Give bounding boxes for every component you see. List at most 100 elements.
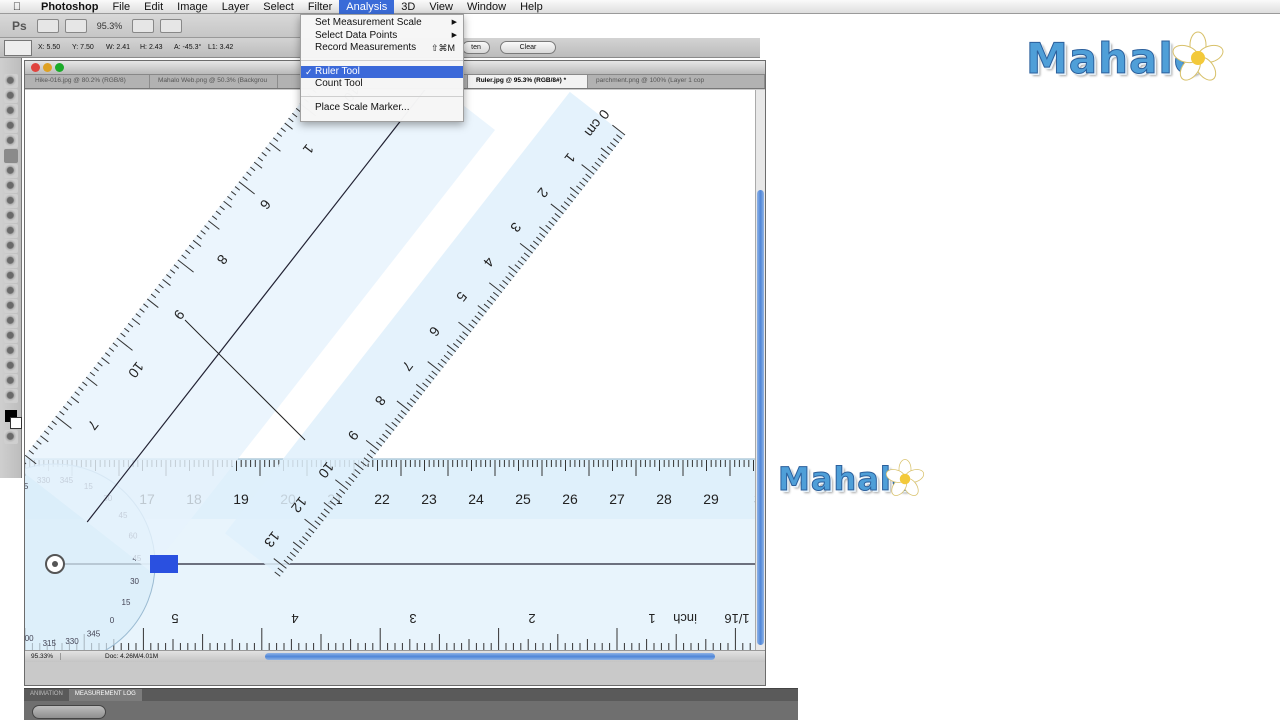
screen-mode-button[interactable] [160,18,183,33]
checkmark-icon: ✓ [305,66,313,77]
shortcut-label: ⇧⌘M [430,43,455,53]
cm-label: 26 [562,491,578,507]
ruler-tool-icon[interactable] [3,149,18,163]
menu-help[interactable]: Help [513,0,550,14]
app-menu[interactable]: Photoshop [34,0,105,14]
menu-view[interactable]: View [422,0,460,14]
launch-bridge-button[interactable] [36,18,59,33]
vertical-scrollbar[interactable] [755,90,765,650]
3d-orbit-icon[interactable] [3,359,18,373]
crop-tool-icon[interactable] [3,134,18,148]
gradient-tool-icon[interactable] [3,239,18,253]
blur-tool-icon[interactable] [3,254,18,268]
bottom-panel: Animation Measurement Log [24,688,798,720]
tools-panel [0,58,22,478]
ps-logo-icon: Ps [12,18,27,33]
tab-hike[interactable]: Hike-016.jpg @ 80.2% (RGB/8) [25,75,150,88]
menu-select[interactable]: Select [256,0,301,14]
tab-ruler[interactable]: Ruler.jpg @ 95.3% (RGB/8#) * [468,75,588,88]
document-window: Hike-016.jpg @ 80.2% (RGB/8) Mahalo Web.… [24,60,766,686]
cm-label: 23 [421,491,437,507]
menu-filter[interactable]: Filter [301,0,339,14]
cm-label: 27 [609,491,625,507]
path-select-icon[interactable] [3,314,18,328]
protractor-label: 0 [110,616,115,625]
background-color-swatch[interactable] [9,417,22,429]
width-readout: W: 2.41 [106,44,130,51]
doc-size-info[interactable]: Doc: 4.26M/4.01M [61,653,181,660]
hand-tool-icon[interactable] [3,374,18,388]
menu-3d[interactable]: 3D [394,0,422,14]
length-readout: L1: 3.42 [208,44,234,51]
view-extras-button[interactable] [64,18,87,33]
tab-animation[interactable]: Animation [24,689,69,701]
shape-tool-icon[interactable] [3,329,18,343]
cm-label: 29 [703,491,719,507]
protractor-label: 315 [25,482,29,491]
minimize-icon[interactable] [43,63,52,72]
clear-button[interactable]: Clear [500,41,556,54]
menu-item-place-scale-marker[interactable]: Place Scale Marker... [301,102,463,115]
menu-window[interactable]: Window [460,0,513,14]
tab-mahalo-web[interactable]: Mahalo Web.png @ 50.3% (Backgrou [150,75,278,88]
menu-separator [301,59,463,61]
close-icon[interactable] [31,63,40,72]
inch-label: 3 [409,611,416,626]
marquee-tool-icon[interactable] [3,89,18,103]
cm-label: 19 [233,491,249,507]
menu-item-ruler-tool[interactable]: ✓ Ruler Tool [301,65,463,78]
inch-label: 1 [648,611,655,626]
submenu-arrow-icon: ▶ [451,31,457,39]
protractor-label: 345 [87,629,101,638]
healing-brush-icon[interactable] [3,164,18,178]
status-zoom-field[interactable]: 95.33% [25,653,61,660]
x-readout: X: 5.50 [38,44,61,51]
menu-image[interactable]: Image [170,0,215,14]
status-bar: 95.33% Doc: 4.26M/4.01M [25,650,765,662]
history-brush-icon[interactable] [3,209,18,223]
move-tool-icon[interactable] [3,74,18,88]
menu-item-record-measurements[interactable]: Record Measurements ⇧⌘M [301,42,463,55]
quick-select-tool-icon[interactable] [3,119,18,133]
ruler-handle[interactable] [150,555,178,573]
horizontal-scroll-thumb[interactable] [265,653,715,660]
protractor-label: 315 [43,639,57,648]
inch-label: 2 [528,611,535,626]
straighten-button[interactable]: ten [462,41,490,54]
image-canvas[interactable]: 171819202122232425262728293 54321inch1/1… [25,90,755,650]
menu-item-set-measurement-scale[interactable]: Set Measurement Scale ▶ [301,17,463,30]
ruler-tool-icon[interactable] [4,39,32,56]
tab-parchment[interactable]: parchment.png @ 100% (Layer 1 cop [588,75,765,88]
quick-mask-icon[interactable] [3,430,18,444]
menu-layer[interactable]: Layer [215,0,257,14]
type-tool-icon[interactable] [3,299,18,313]
application-bar: Ps 95.3% [0,14,300,38]
menu-item-count-tool[interactable]: Count Tool [301,78,463,91]
eraser-tool-icon[interactable] [3,224,18,238]
zoom-level[interactable]: 95.3% [93,21,127,31]
inch-label: 4 [291,611,298,626]
dodge-tool-icon[interactable] [3,269,18,283]
clone-stamp-icon[interactable] [3,194,18,208]
menu-file[interactable]: File [105,0,137,14]
menu-item-select-data-points[interactable]: Select Data Points ▶ [301,30,463,43]
menu-edit[interactable]: Edit [137,0,170,14]
brush-tool-icon[interactable] [3,179,18,193]
pen-tool-icon[interactable] [3,284,18,298]
protractor-label: 330 [65,637,79,646]
3d-rotate-icon[interactable] [3,344,18,358]
menu-analysis[interactable]: Analysis [339,0,395,14]
apple-icon[interactable]:  [0,1,34,13]
cm-label: 28 [656,491,672,507]
lasso-tool-icon[interactable] [3,104,18,118]
zoom-tool-icon[interactable] [3,389,18,403]
menu-separator [301,95,463,97]
y-readout: Y: 7.50 [72,44,94,51]
record-measurements-button[interactable] [32,705,106,719]
zoom-icon[interactable] [55,63,64,72]
cm-label: 22 [374,491,390,507]
plumeria-flower-icon-small [885,459,925,496]
arrange-documents-button[interactable] [132,18,155,33]
vertical-scroll-thumb[interactable] [757,190,764,645]
tab-measurement-log[interactable]: Measurement Log [68,689,142,701]
